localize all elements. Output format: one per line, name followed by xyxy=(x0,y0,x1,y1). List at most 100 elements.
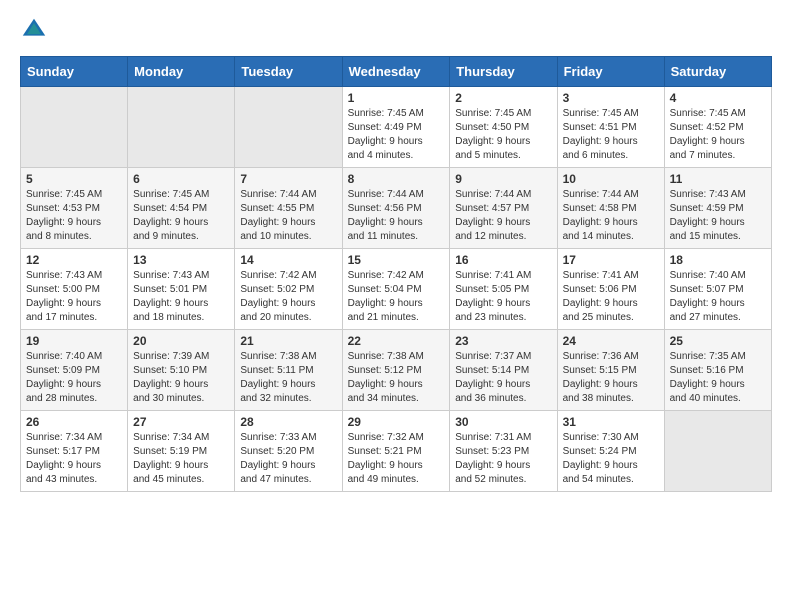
weekday-header-monday: Monday xyxy=(128,57,235,87)
calendar-cell: 31 Sunrise: 7:30 AM Sunset: 5:24 PM Dayli… xyxy=(557,411,664,492)
calendar-week-row: 1 Sunrise: 7:45 AM Sunset: 4:49 PM Daylig… xyxy=(21,87,772,168)
calendar-cell: 10 Sunrise: 7:44 AM Sunset: 4:58 PM Dayli… xyxy=(557,168,664,249)
day-number: 2 xyxy=(455,91,551,105)
weekday-header-wednesday: Wednesday xyxy=(342,57,450,87)
calendar-cell: 3Sunrise: 7:45 AM Sunset: 4:51 PM Daylig… xyxy=(557,87,664,168)
day-info: Sunrise: 7:40 AM Sunset: 5:09 PM Dayligh… xyxy=(26,350,122,406)
calendar-cell: 7 Sunrise: 7:44 AM Sunset: 4:55 PM Daylig… xyxy=(235,168,342,249)
day-info: Sunrise: 7:45 AM Sunset: 4:51 PM Dayligh… xyxy=(563,107,659,163)
day-number: 19 xyxy=(26,334,122,348)
weekday-header-saturday: Saturday xyxy=(664,57,771,87)
calendar-cell: 1 Sunrise: 7:45 AM Sunset: 4:49 PM Daylig… xyxy=(342,87,450,168)
day-info: Sunrise: 7:45 AM Sunset: 4:53 PM Dayligh… xyxy=(26,188,122,244)
day-info: Sunrise: 7:44 AM Sunset: 4:55 PM Dayligh… xyxy=(240,188,336,244)
calendar-cell: 8 Sunrise: 7:44 AM Sunset: 4:56 PM Daylig… xyxy=(342,168,450,249)
calendar-cell xyxy=(664,411,771,492)
day-info: Sunrise: 7:41 AM Sunset: 5:06 PM Dayligh… xyxy=(563,269,659,325)
day-number: 15 xyxy=(348,253,445,267)
day-number: 18 xyxy=(670,253,766,267)
day-number: 25 xyxy=(670,334,766,348)
calendar-week-row: 26 Sunrise: 7:34 AM Sunset: 5:17 PM Dayli… xyxy=(21,411,772,492)
calendar-cell: 28Sunrise: 7:33 AM Sunset: 5:20 PM Dayli… xyxy=(235,411,342,492)
day-number: 23 xyxy=(455,334,551,348)
day-number: 6 xyxy=(133,172,229,186)
calendar-cell: 15 Sunrise: 7:42 AM Sunset: 5:04 PM Dayli… xyxy=(342,249,450,330)
calendar-week-row: 12 Sunrise: 7:43 AM Sunset: 5:00 PM Dayli… xyxy=(21,249,772,330)
day-info: Sunrise: 7:36 AM Sunset: 5:15 PM Dayligh… xyxy=(563,350,659,406)
day-number: 9 xyxy=(455,172,551,186)
day-info: Sunrise: 7:45 AM Sunset: 4:54 PM Dayligh… xyxy=(133,188,229,244)
day-number: 12 xyxy=(26,253,122,267)
calendar-cell: 16 Sunrise: 7:41 AM Sunset: 5:05 PM Dayli… xyxy=(450,249,557,330)
calendar-cell: 20 Sunrise: 7:39 AM Sunset: 5:10 PM Dayli… xyxy=(128,330,235,411)
day-info: Sunrise: 7:45 AM Sunset: 4:50 PM Dayligh… xyxy=(455,107,551,163)
calendar-cell: 2 Sunrise: 7:45 AM Sunset: 4:50 PM Daylig… xyxy=(450,87,557,168)
day-number: 13 xyxy=(133,253,229,267)
day-number: 4 xyxy=(670,91,766,105)
calendar-cell: 29Sunrise: 7:32 AM Sunset: 5:21 PM Dayli… xyxy=(342,411,450,492)
calendar-cell: 6 Sunrise: 7:45 AM Sunset: 4:54 PM Daylig… xyxy=(128,168,235,249)
day-number: 27 xyxy=(133,415,229,429)
day-number: 31 xyxy=(563,415,659,429)
day-number: 7 xyxy=(240,172,336,186)
weekday-header-friday: Friday xyxy=(557,57,664,87)
day-info: Sunrise: 7:38 AM Sunset: 5:11 PM Dayligh… xyxy=(240,350,336,406)
calendar-cell xyxy=(21,87,128,168)
weekday-header-sunday: Sunday xyxy=(21,57,128,87)
day-number: 8 xyxy=(348,172,445,186)
calendar-cell: 23Sunrise: 7:37 AM Sunset: 5:14 PM Dayli… xyxy=(450,330,557,411)
calendar-cell: 22Sunrise: 7:38 AM Sunset: 5:12 PM Dayli… xyxy=(342,330,450,411)
day-number: 17 xyxy=(563,253,659,267)
day-number: 16 xyxy=(455,253,551,267)
day-info: Sunrise: 7:44 AM Sunset: 4:58 PM Dayligh… xyxy=(563,188,659,244)
day-info: Sunrise: 7:34 AM Sunset: 5:17 PM Dayligh… xyxy=(26,431,122,487)
day-info: Sunrise: 7:43 AM Sunset: 5:00 PM Dayligh… xyxy=(26,269,122,325)
day-number: 1 xyxy=(348,91,445,105)
day-number: 11 xyxy=(670,172,766,186)
day-info: Sunrise: 7:45 AM Sunset: 4:49 PM Dayligh… xyxy=(348,107,445,163)
calendar-cell xyxy=(235,87,342,168)
calendar-table: SundayMondayTuesdayWednesdayThursdayFrid… xyxy=(20,56,772,492)
calendar-cell: 12 Sunrise: 7:43 AM Sunset: 5:00 PM Dayli… xyxy=(21,249,128,330)
calendar-cell: 30 Sunrise: 7:31 AM Sunset: 5:23 PM Dayli… xyxy=(450,411,557,492)
logo-icon xyxy=(20,16,48,44)
day-info: Sunrise: 7:35 AM Sunset: 5:16 PM Dayligh… xyxy=(670,350,766,406)
day-info: Sunrise: 7:43 AM Sunset: 5:01 PM Dayligh… xyxy=(133,269,229,325)
calendar-cell: 19 Sunrise: 7:40 AM Sunset: 5:09 PM Dayli… xyxy=(21,330,128,411)
calendar-cell: 4 Sunrise: 7:45 AM Sunset: 4:52 PM Daylig… xyxy=(664,87,771,168)
day-info: Sunrise: 7:43 AM Sunset: 4:59 PM Dayligh… xyxy=(670,188,766,244)
calendar-cell: 9 Sunrise: 7:44 AM Sunset: 4:57 PM Daylig… xyxy=(450,168,557,249)
calendar-cell: 11 Sunrise: 7:43 AM Sunset: 4:59 PM Dayli… xyxy=(664,168,771,249)
calendar-cell: 26 Sunrise: 7:34 AM Sunset: 5:17 PM Dayli… xyxy=(21,411,128,492)
day-number: 10 xyxy=(563,172,659,186)
calendar-cell: 5 Sunrise: 7:45 AM Sunset: 4:53 PM Daylig… xyxy=(21,168,128,249)
day-number: 30 xyxy=(455,415,551,429)
calendar-cell: 14 Sunrise: 7:42 AM Sunset: 5:02 PM Dayli… xyxy=(235,249,342,330)
calendar-cell: 13 Sunrise: 7:43 AM Sunset: 5:01 PM Dayli… xyxy=(128,249,235,330)
logo xyxy=(20,16,50,44)
calendar-cell xyxy=(128,87,235,168)
day-info: Sunrise: 7:44 AM Sunset: 4:56 PM Dayligh… xyxy=(348,188,445,244)
weekday-header-row: SundayMondayTuesdayWednesdayThursdayFrid… xyxy=(21,57,772,87)
day-info: Sunrise: 7:41 AM Sunset: 5:05 PM Dayligh… xyxy=(455,269,551,325)
day-info: Sunrise: 7:39 AM Sunset: 5:10 PM Dayligh… xyxy=(133,350,229,406)
day-info: Sunrise: 7:44 AM Sunset: 4:57 PM Dayligh… xyxy=(455,188,551,244)
day-info: Sunrise: 7:34 AM Sunset: 5:19 PM Dayligh… xyxy=(133,431,229,487)
day-number: 28 xyxy=(240,415,336,429)
calendar-cell: 17 Sunrise: 7:41 AM Sunset: 5:06 PM Dayli… xyxy=(557,249,664,330)
day-number: 14 xyxy=(240,253,336,267)
day-number: 20 xyxy=(133,334,229,348)
day-number: 5 xyxy=(26,172,122,186)
day-info: Sunrise: 7:42 AM Sunset: 5:02 PM Dayligh… xyxy=(240,269,336,325)
weekday-header-tuesday: Tuesday xyxy=(235,57,342,87)
day-info: Sunrise: 7:45 AM Sunset: 4:52 PM Dayligh… xyxy=(670,107,766,163)
day-info: Sunrise: 7:31 AM Sunset: 5:23 PM Dayligh… xyxy=(455,431,551,487)
day-number: 21 xyxy=(240,334,336,348)
calendar-week-row: 19 Sunrise: 7:40 AM Sunset: 5:09 PM Dayli… xyxy=(21,330,772,411)
day-number: 26 xyxy=(26,415,122,429)
day-info: Sunrise: 7:42 AM Sunset: 5:04 PM Dayligh… xyxy=(348,269,445,325)
calendar-cell: 21 Sunrise: 7:38 AM Sunset: 5:11 PM Dayli… xyxy=(235,330,342,411)
calendar-week-row: 5 Sunrise: 7:45 AM Sunset: 4:53 PM Daylig… xyxy=(21,168,772,249)
calendar-cell: 24Sunrise: 7:36 AM Sunset: 5:15 PM Dayli… xyxy=(557,330,664,411)
day-info: Sunrise: 7:30 AM Sunset: 5:24 PM Dayligh… xyxy=(563,431,659,487)
